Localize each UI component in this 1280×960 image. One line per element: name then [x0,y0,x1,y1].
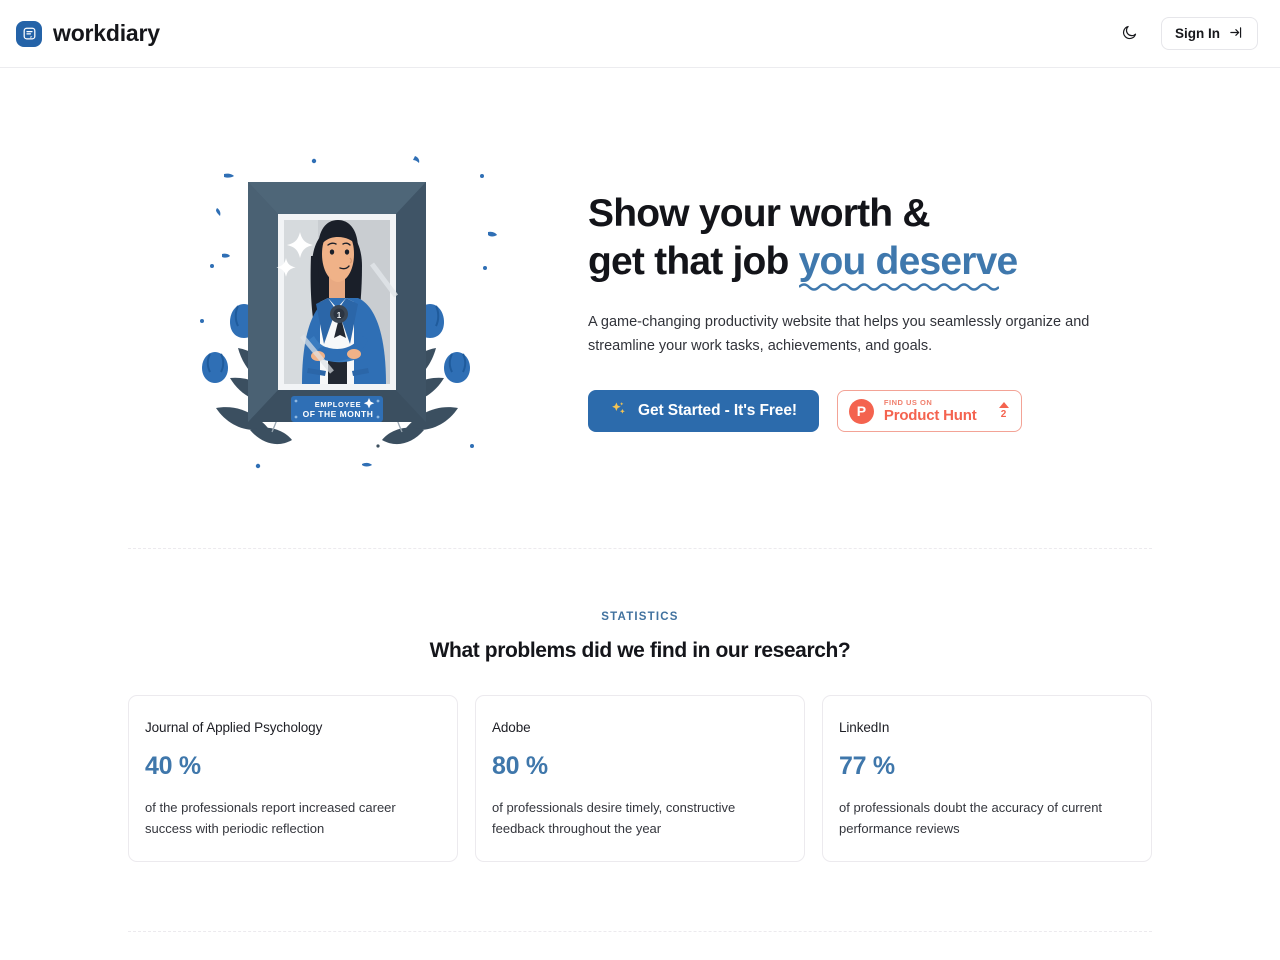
theme-toggle-button[interactable] [1115,20,1143,48]
hero-copy: Show your worth & get that job you deser… [588,190,1108,433]
stat-card-source: Adobe [492,720,531,735]
product-hunt-kicker: FIND US ON [883,397,933,407]
svg-text:EMPLOYEE: EMPLOYEE [315,400,361,409]
login-arrow-icon [1229,25,1244,43]
stat-card: Adobe 80 % of professionals desire timel… [475,695,805,863]
stat-card: LinkedIn 77 % of professionals doubt the… [822,695,1152,863]
note-document-icon [16,20,42,47]
product-hunt-vote-count[interactable]: 2 [998,402,1009,421]
hero-actions: Get Started - It's Free! P FIND US ON Pr… [588,390,1108,433]
sign-in-button[interactable]: Sign In [1161,17,1258,50]
stat-card-source: LinkedIn [839,720,890,735]
hero-title-highlight-text: you deserve [798,239,1019,283]
squiggle-underline-icon [798,282,999,291]
section-divider-bottom [128,931,1152,933]
svg-text:OF THE MONTH: OF THE MONTH [303,409,374,419]
moon-icon [1121,24,1138,44]
header-actions: Sign In [1115,17,1264,50]
upvote-caret-icon [998,402,1009,409]
stat-card: Journal of Applied Psychology 40 % of th… [128,695,458,863]
product-hunt-text: FIND US ON Product Hunt [884,399,977,424]
get-started-button[interactable]: Get Started - It's Free! [588,390,819,433]
hero-title-line-2: get that job [588,239,799,283]
product-hunt-badge[interactable]: P FIND US ON Product Hunt 2 [836,390,1022,433]
employee-of-the-month-frame-illustration: 1 EMPLOYEE OF THE MONTH [172,146,502,476]
site-header: workdiary Sign In [0,0,1280,68]
statistics-title: What problems did we find in our researc… [429,639,851,662]
statistics-section: STATISTICS What problems did we find in … [0,549,1280,863]
hero-title-highlight: you deserve [798,239,1019,291]
stat-card-value: 77 % [839,752,895,780]
sign-in-label: Sign In [1175,26,1220,41]
statistics-kicker: STATISTICS [601,611,679,623]
product-hunt-logo-icon: P [848,398,874,424]
stat-card-source: Journal of Applied Psychology [145,720,323,735]
product-hunt-vote-number: 2 [1000,409,1007,421]
stat-card-description: of professionals doubt the accuracy of c… [839,800,1103,837]
get-started-label: Get Started - It's Free! [638,402,797,420]
brand-logo[interactable]: workdiary [16,20,160,47]
stat-card-description: of the professionals report increased ca… [145,800,396,837]
statistics-card-grid: Journal of Applied Psychology 40 % of th… [128,695,1152,863]
hero-title-line-1: Show your worth & [588,191,931,235]
sparkles-icon [610,400,627,422]
svg-text:1: 1 [337,311,342,320]
brand-name: workdiary [53,20,160,46]
stat-card-description: of professionals desire timely, construc… [492,800,736,837]
stat-card-value: 80 % [492,752,548,780]
hero-section: 1 EMPLOYEE OF THE MONTH Show your worth … [0,68,1280,476]
product-hunt-name: Product Hunt [883,407,977,425]
hero-subtitle: A game-changing productivity website tha… [588,314,1090,354]
page-title: Show your worth & get that job you deser… [588,190,1108,291]
stat-card-value: 40 % [145,752,201,780]
